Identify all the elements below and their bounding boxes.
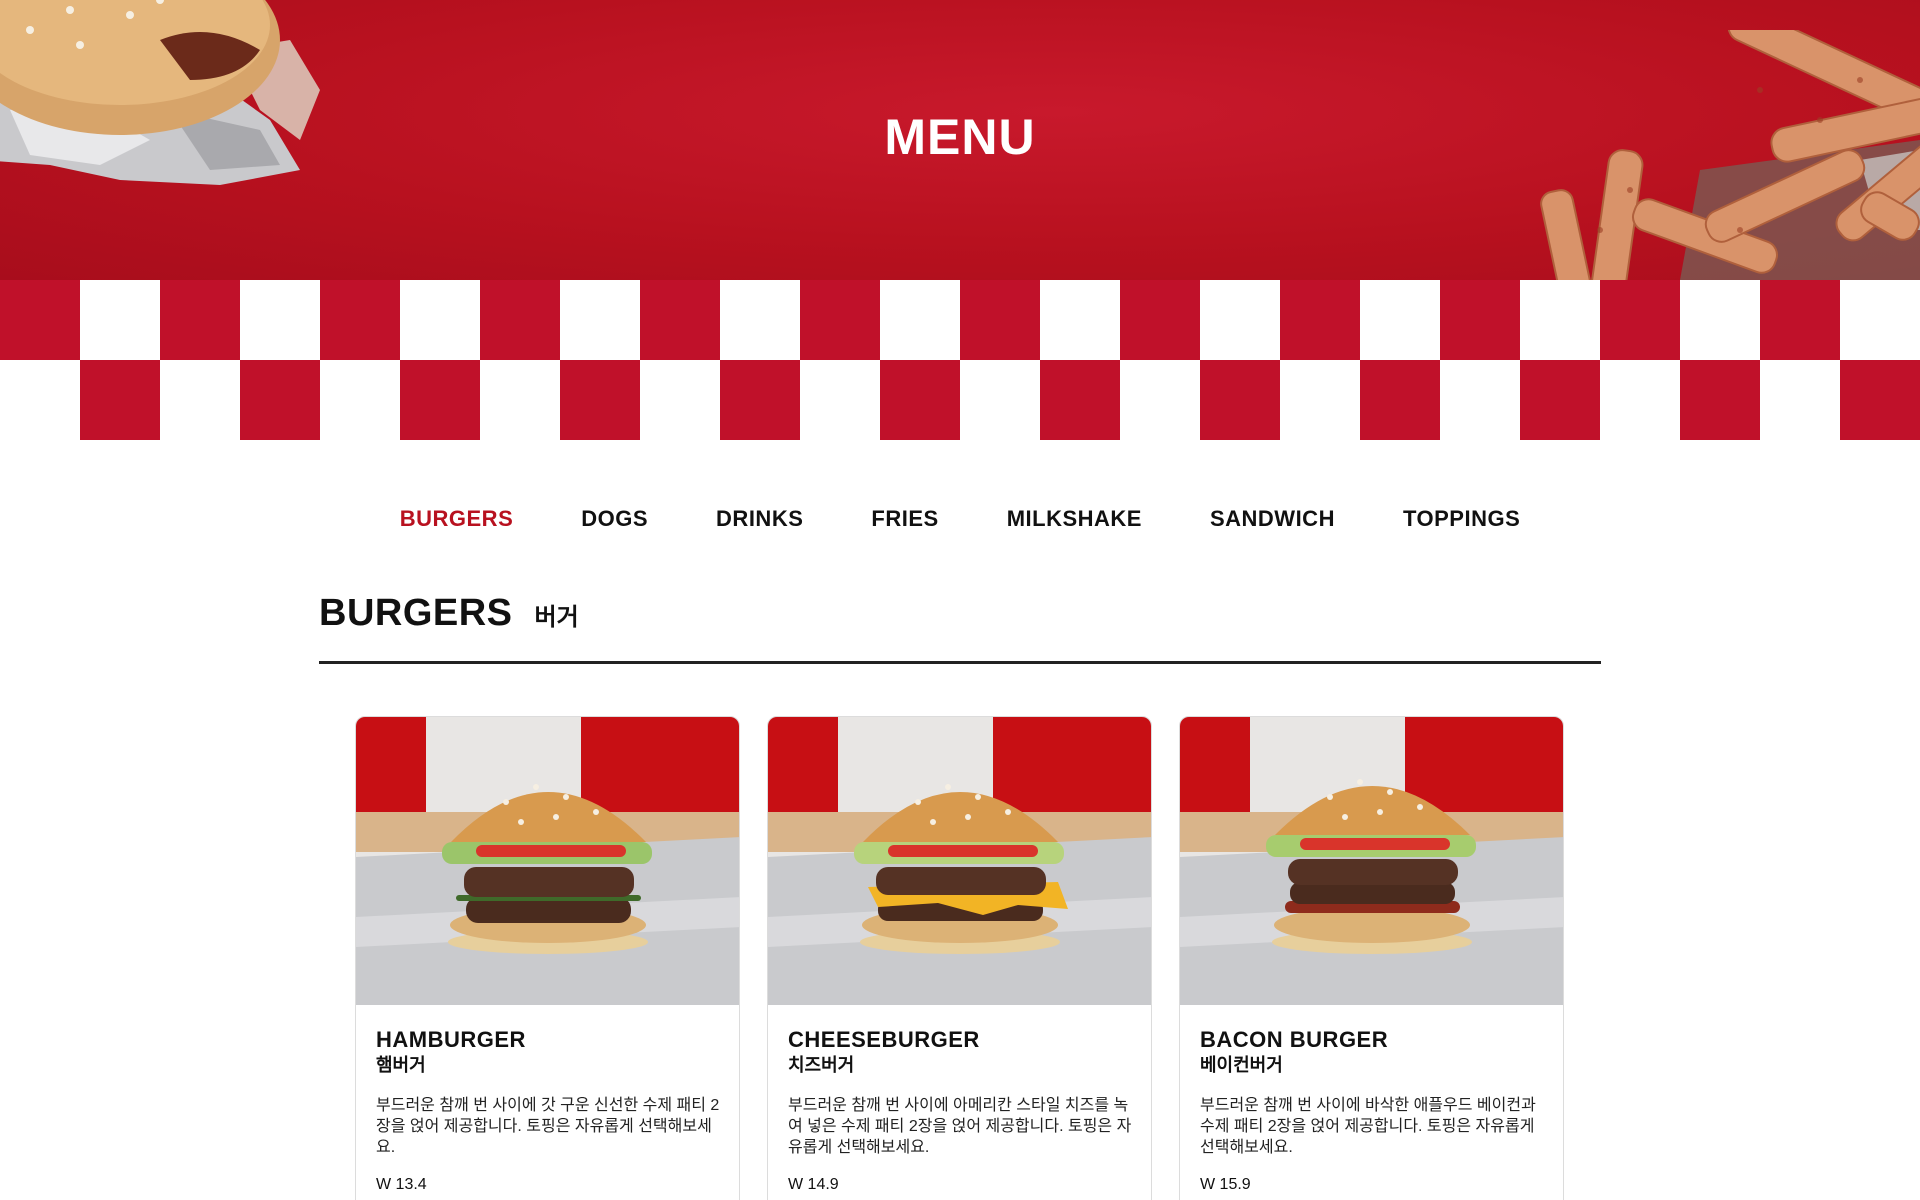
checker-square: [640, 360, 720, 440]
checker-square: [1840, 360, 1920, 440]
checker-square: [560, 360, 640, 440]
checker-square: [1520, 280, 1600, 360]
checker-square: [1760, 280, 1840, 360]
card-price: W 14.9: [788, 1176, 839, 1193]
checker-square: [320, 280, 400, 360]
menu-card-hamburger[interactable]: HAMBURGER 햄버거 부드러운 참깨 번 사이에 갓 구운 신선한 수제 …: [355, 716, 740, 1200]
card-description: 부드러운 참깨 번 사이에 갓 구운 신선한 수제 패티 2장을 얹어 제공합니…: [376, 1097, 720, 1156]
checker-square: [1600, 360, 1680, 440]
checker-square: [1120, 280, 1200, 360]
bacon-burger-photo: [1180, 717, 1563, 1005]
checker-square: [640, 280, 720, 360]
checker-square: [80, 280, 160, 360]
nav-item-sandwich[interactable]: SANDWICH: [1210, 506, 1335, 536]
menu-card-cheeseburger[interactable]: CHEESEBURGER 치즈버거 부드러운 참깨 번 사이에 아메리칸 스타일…: [767, 716, 1152, 1200]
checker-square: [1600, 280, 1680, 360]
checker-square: [880, 360, 960, 440]
checker-square: [1280, 280, 1360, 360]
checker-square: [720, 280, 800, 360]
checker-square: [1760, 360, 1840, 440]
checker-square: [960, 360, 1040, 440]
card-title: CHEESEBURGER: [788, 1027, 980, 1052]
checker-square: [160, 280, 240, 360]
checker-square: [1440, 360, 1520, 440]
nav-item-toppings[interactable]: TOPPINGS: [1403, 506, 1520, 536]
card-price: W 13.4: [376, 1176, 427, 1193]
menu-card-list: HAMBURGER 햄버거 부드러운 참깨 번 사이에 갓 구운 신선한 수제 …: [319, 664, 1601, 1200]
card-title: HAMBURGER: [376, 1027, 526, 1052]
checker-square: [1680, 360, 1760, 440]
checker-square: [1040, 360, 1120, 440]
card-title-kr: 치즈버거: [788, 1055, 855, 1075]
section-subtitle: 버거: [534, 604, 579, 631]
page-title: MENU: [884, 109, 1036, 165]
category-nav: BURGERS DOGS DRINKS FRIES MILKSHAKE SAND…: [0, 506, 1920, 536]
menu-card-bacon-burger[interactable]: BACON BURGER 베이컨버거 부드러운 참깨 번 사이에 바삭한 애플우…: [1179, 716, 1564, 1200]
nav-item-dogs[interactable]: DOGS: [581, 506, 648, 536]
checker-square: [1680, 280, 1760, 360]
checker-square: [80, 360, 160, 440]
checker-square: [720, 360, 800, 440]
card-title-kr: 베이컨버거: [1200, 1055, 1283, 1075]
nav-item-fries[interactable]: FRIES: [871, 506, 938, 536]
nav-item-milkshake[interactable]: MILKSHAKE: [1007, 506, 1142, 536]
checker-square: [160, 360, 240, 440]
checker-square: [1520, 360, 1600, 440]
checker-square: [320, 360, 400, 440]
checker-square: [480, 360, 560, 440]
hero-banner: MENU: [0, 0, 1920, 280]
hamburger-photo: [356, 717, 739, 1005]
checker-square: [880, 280, 960, 360]
card-title-kr: 햄버거: [376, 1055, 426, 1075]
checker-square: [480, 280, 560, 360]
card-title: BACON BURGER: [1200, 1027, 1389, 1052]
card-price: W 15.9: [1200, 1176, 1251, 1193]
burgers-section: BURGERS 버거 HAMBURGER 햄버거 부드러운 참깨 번 사이에 갓…: [319, 592, 1601, 1200]
checker-square: [800, 280, 880, 360]
checker-square: [960, 280, 1040, 360]
checker-square: [400, 280, 480, 360]
checkerboard-divider: [0, 280, 1920, 440]
checker-square: [560, 280, 640, 360]
checker-square: [1040, 280, 1120, 360]
cheeseburger-photo: [768, 717, 1151, 1005]
checker-square: [1200, 360, 1280, 440]
checker-square: [800, 360, 880, 440]
checker-square: [1360, 280, 1440, 360]
checker-square: [1360, 360, 1440, 440]
checker-square: [240, 280, 320, 360]
checker-square: [0, 360, 80, 440]
checker-square: [1200, 280, 1280, 360]
checker-square: [400, 360, 480, 440]
nav-item-drinks[interactable]: DRINKS: [716, 506, 803, 536]
section-header: BURGERS 버거: [319, 592, 1601, 664]
checker-square: [1120, 360, 1200, 440]
nav-item-burgers[interactable]: BURGERS: [400, 506, 514, 536]
checker-square: [1280, 360, 1360, 440]
section-title: BURGERS: [319, 592, 513, 634]
checker-square: [1440, 280, 1520, 360]
checker-square: [240, 360, 320, 440]
card-description: 부드러운 참깨 번 사이에 아메리칸 스타일 치즈를 녹여 넣은 수제 패티 2…: [788, 1097, 1132, 1156]
checker-square: [0, 280, 80, 360]
checker-square: [1840, 280, 1920, 360]
card-description: 부드러운 참깨 번 사이에 바삭한 애플우드 베이컨과 수제 패티 2장을 얹어…: [1200, 1097, 1536, 1156]
